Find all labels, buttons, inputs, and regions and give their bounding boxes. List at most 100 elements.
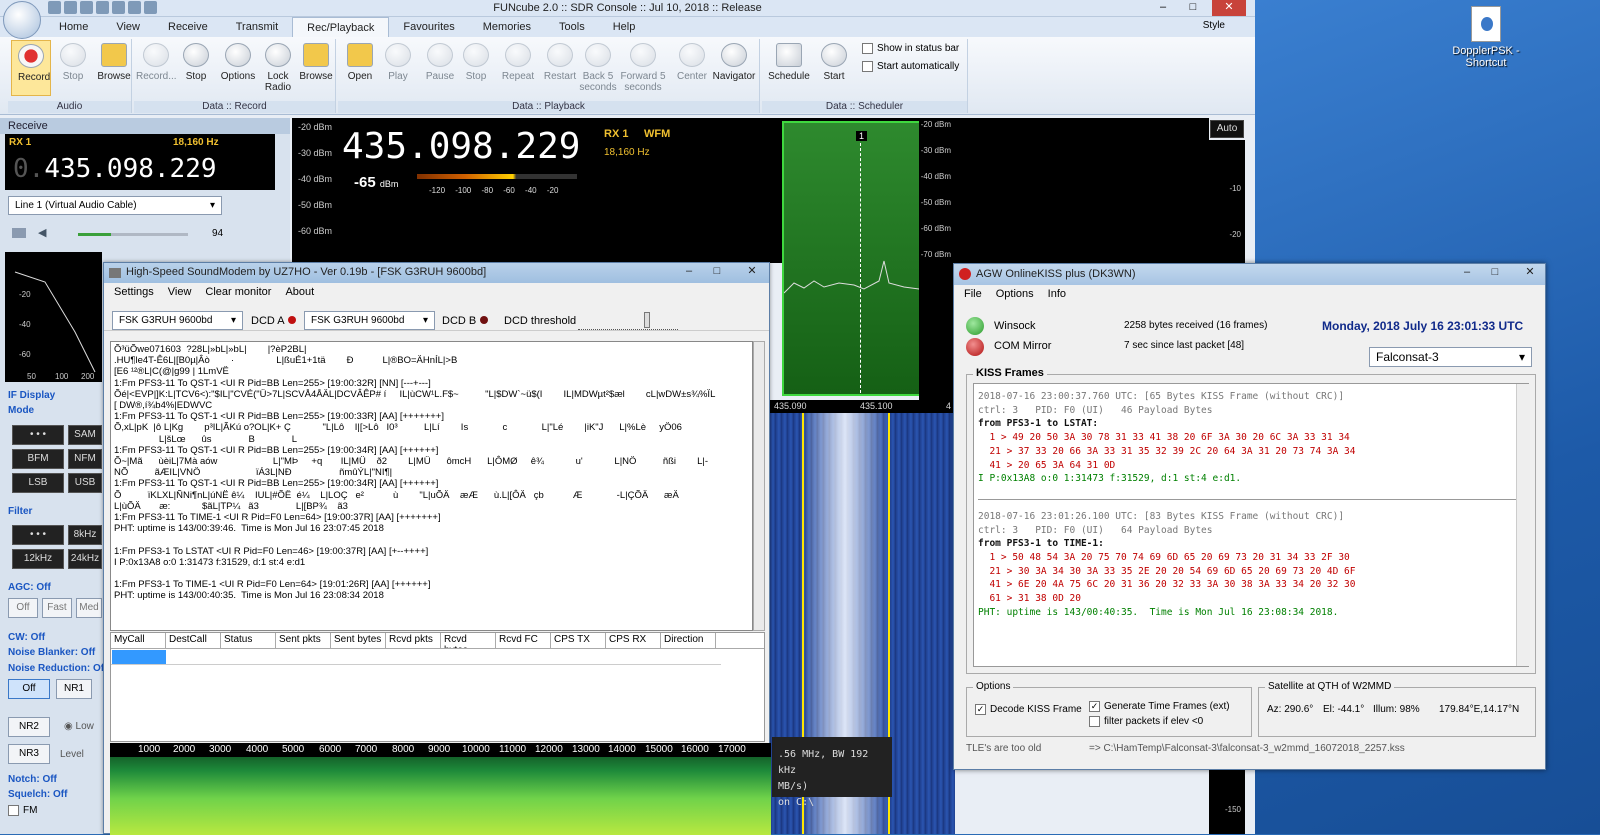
tab-transmit[interactable]: Transmit (222, 17, 292, 37)
pause-button[interactable]: Pause (420, 43, 460, 82)
modem-b-select[interactable]: FSK G3RUH 9600bd ▾ (304, 311, 435, 330)
receive-frequency[interactable]: 0.435.098.229 (13, 154, 217, 184)
close-button[interactable]: ✕ (1212, 0, 1246, 16)
col-direction[interactable]: Direction (661, 633, 716, 648)
tab-tools[interactable]: Tools (545, 17, 599, 37)
menu-clear-monitor[interactable]: Clear monitor (205, 286, 271, 298)
filter-more-button[interactable]: • • • (12, 525, 64, 545)
passband-highlight[interactable]: 1 (782, 121, 939, 396)
mode-more-button[interactable]: • • • (12, 425, 64, 445)
lock-radio-button[interactable]: Lock Radio (258, 43, 298, 93)
start-automatically-checkbox[interactable]: Start automatically (862, 61, 959, 72)
nr2-button[interactable]: NR2 (8, 717, 50, 737)
browse-audio-button[interactable]: Browse (94, 43, 134, 82)
restart-button[interactable]: Restart (540, 43, 580, 82)
audio-device-select[interactable]: Line 1 (Virtual Audio Cable) ▾ (8, 196, 222, 215)
display-rx-label: RX 1 (604, 128, 629, 140)
col-destcall[interactable]: DestCall (166, 633, 221, 648)
agc-off-button[interactable]: Off (8, 598, 38, 618)
menu-view[interactable]: View (168, 286, 192, 298)
record-data-button[interactable]: Record... (136, 43, 177, 82)
show-in-status-bar-checkbox[interactable]: Show in status bar (862, 43, 959, 54)
stop-data-button[interactable]: Stop (176, 43, 216, 82)
dcd-threshold-slider[interactable] (578, 310, 678, 330)
col-cps-tx[interactable]: CPS TX (551, 633, 606, 648)
forward-5-button[interactable]: Forward 5 seconds (620, 43, 666, 93)
menu-options[interactable]: Options (996, 288, 1034, 300)
audio-waterfall[interactable]: 1000 2000 3000 4000 5000 6000 7000 8000 … (110, 743, 771, 835)
main-frequency[interactable]: 435.098.229 (342, 126, 580, 167)
volume-slider[interactable] (78, 233, 188, 236)
generate-time-frames-checkbox[interactable]: ✓ Generate Time Frames (ext) (1089, 701, 1230, 712)
axis-tick: 12000 (535, 744, 563, 755)
kiss-scrollbar[interactable] (1516, 384, 1530, 666)
tab-receive[interactable]: Receive (154, 17, 222, 37)
minimize-button[interactable]: – (676, 264, 702, 279)
agc-med-button[interactable]: Med (76, 598, 102, 618)
minimize-button[interactable]: – (1150, 0, 1176, 16)
menu-file[interactable]: File (964, 288, 982, 300)
tab-memories[interactable]: Memories (469, 17, 545, 37)
mode-sam-button[interactable]: SAM (68, 425, 102, 445)
stop-playback-button[interactable]: Stop (456, 43, 496, 82)
tab-view[interactable]: View (102, 17, 154, 37)
agc-fast-button[interactable]: Fast (42, 598, 72, 618)
nr1-button[interactable]: NR1 (56, 679, 92, 699)
col-status[interactable]: Status (221, 633, 276, 648)
play-button[interactable]: Play (378, 43, 418, 82)
app-orb-button[interactable] (3, 1, 41, 39)
col-mycall[interactable]: MyCall (111, 633, 166, 648)
menu-about[interactable]: About (285, 286, 314, 298)
tab-rec-playback[interactable]: Rec/Playback (292, 17, 390, 37)
center-button[interactable]: Center (672, 43, 712, 82)
tab-favourites[interactable]: Favourites (389, 17, 468, 37)
filter-8khz-button[interactable]: 8kHz (68, 525, 102, 545)
minimize-button[interactable]: – (1454, 265, 1480, 280)
fm-checkbox[interactable]: FM (8, 805, 37, 816)
mode-bfm-button[interactable]: BFM (12, 449, 64, 469)
mode-usb-button[interactable]: USB (68, 473, 102, 493)
modem-a-select[interactable]: FSK G3RUH 9600bd ▾ (112, 311, 243, 330)
maximize-button[interactable]: □ (1180, 0, 1206, 16)
tab-help[interactable]: Help (599, 17, 650, 37)
col-sent-bytes[interactable]: Sent bytes (331, 633, 386, 648)
options-button[interactable]: Options (218, 43, 258, 82)
schedule-button[interactable]: Schedule (766, 43, 812, 82)
browse-data-button[interactable]: Browse (296, 43, 336, 82)
style-menu[interactable]: Style (1203, 20, 1225, 31)
close-button[interactable]: ✕ (1510, 265, 1550, 280)
tab-home[interactable]: Home (45, 17, 102, 37)
auto-button[interactable]: Auto (1210, 120, 1244, 138)
col-rcvd-pkts[interactable]: Rcvd pkts (386, 633, 441, 648)
repeat-button[interactable]: Repeat (498, 43, 538, 82)
start-button[interactable]: Start (814, 43, 854, 82)
low-radio[interactable]: ◉ Low (64, 721, 94, 732)
col-sent-pkts[interactable]: Sent pkts (276, 633, 331, 648)
decode-kiss-checkbox[interactable]: ✓ Decode KISS Frame (975, 704, 1082, 715)
col-rcvd-fc[interactable]: Rcvd FC (496, 633, 551, 648)
nr3-button[interactable]: NR3 (8, 744, 50, 764)
table-row[interactable] (112, 650, 166, 664)
menu-info[interactable]: Info (1048, 288, 1066, 300)
satellite-select[interactable]: Falconsat-3 ▾ (1369, 347, 1532, 367)
filter-12khz-button[interactable]: 12kHz (12, 549, 64, 569)
record-button[interactable]: Record (11, 40, 51, 96)
close-button[interactable]: ✕ (732, 264, 772, 279)
log-scrollbar[interactable] (753, 341, 765, 631)
back-5-button[interactable]: Back 5 seconds (578, 43, 618, 93)
nr-off-button[interactable]: Off (8, 679, 50, 699)
filter-elev-checkbox[interactable]: filter packets if elev <0 (1089, 716, 1203, 727)
dopplerpsk-shortcut[interactable]: DopplerPSK - Shortcut (1445, 6, 1527, 69)
open-button[interactable]: Open (340, 43, 380, 82)
maximize-button[interactable]: □ (704, 264, 730, 279)
mode-lsb-button[interactable]: LSB (12, 473, 64, 493)
col-cps-rx[interactable]: CPS RX (606, 633, 661, 648)
menu-settings[interactable]: Settings (114, 286, 154, 298)
speaker-icon[interactable]: ◀ (38, 226, 50, 239)
stop-audio-button[interactable]: Stop (53, 43, 93, 82)
col-rcvd-bytes[interactable]: Rcvd bytes (441, 633, 496, 648)
mode-nfm-button[interactable]: NFM (68, 449, 102, 469)
filter-24khz-button[interactable]: 24kHz (68, 549, 102, 569)
navigator-button[interactable]: Navigator (710, 43, 758, 82)
maximize-button[interactable]: □ (1482, 265, 1508, 280)
